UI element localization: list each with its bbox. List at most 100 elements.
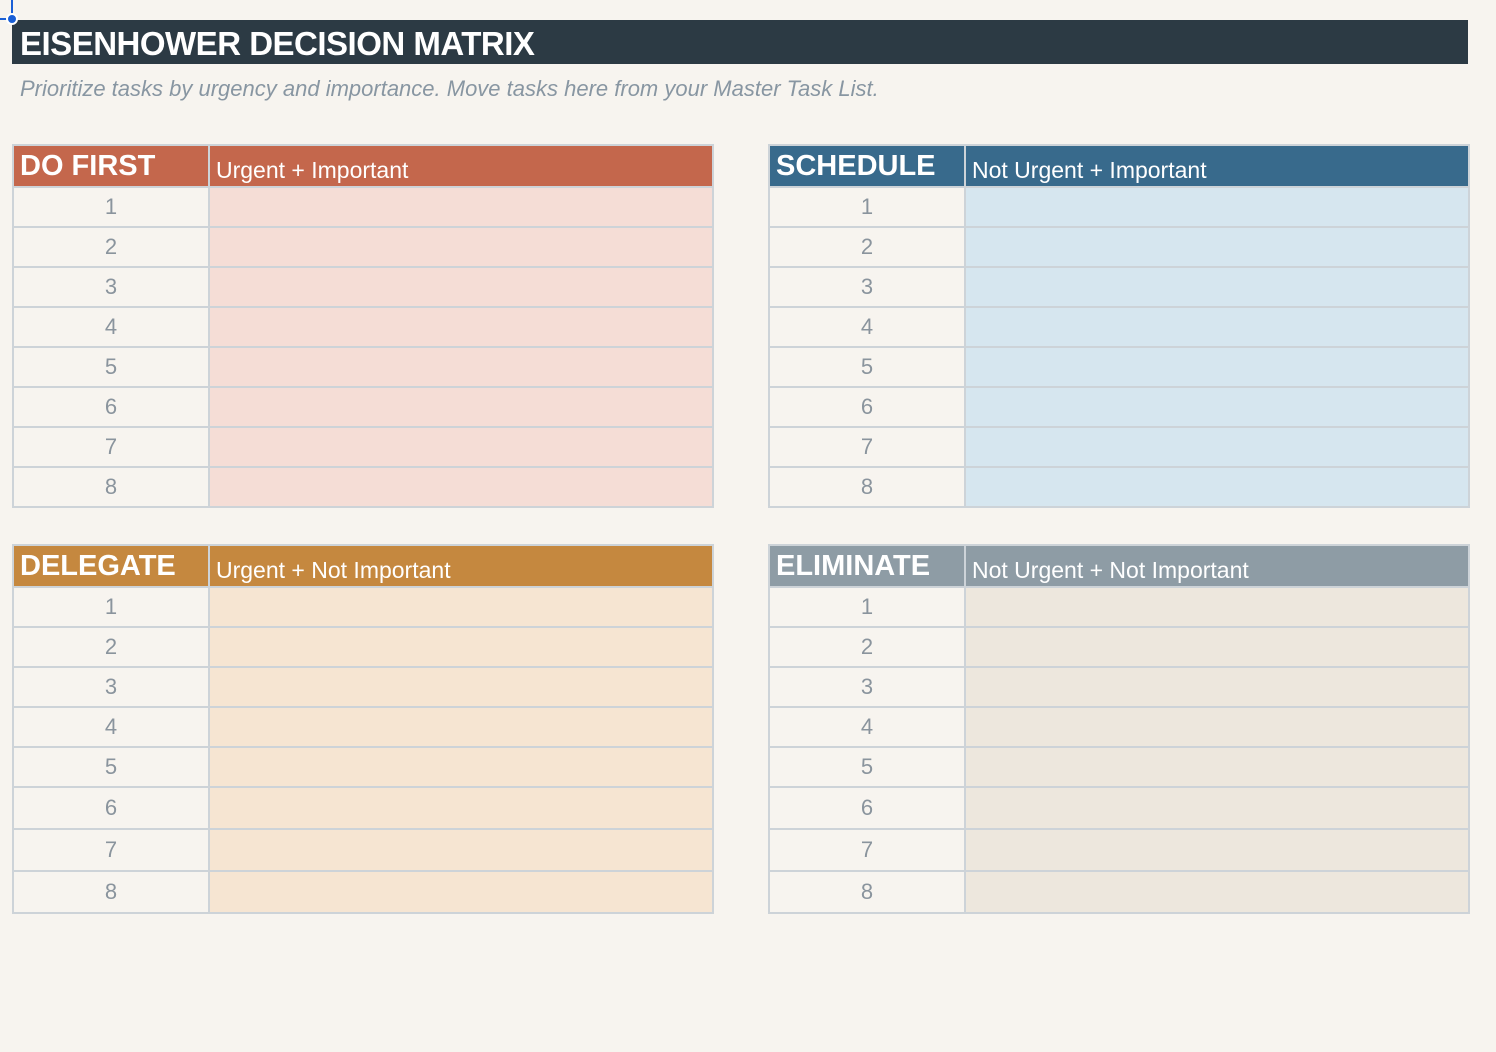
table-row: 4 [768, 306, 1470, 348]
task-cell[interactable] [964, 786, 1470, 830]
task-cell[interactable] [964, 226, 1470, 268]
task-cell[interactable] [964, 586, 1470, 628]
table-row: 3 [768, 666, 1470, 708]
row-number-cell[interactable]: 5 [12, 346, 210, 388]
table-row: 5 [12, 746, 714, 788]
quadrant-description: Not Urgent + Not Important [972, 557, 1249, 583]
task-cell[interactable] [208, 626, 714, 668]
quadrant-header-row: ELIMINATE Not Urgent + Not Important [768, 544, 1470, 588]
row-number-cell[interactable]: 2 [12, 226, 210, 268]
row-number-cell[interactable]: 8 [12, 466, 210, 508]
row-number-cell[interactable]: 8 [768, 466, 966, 508]
row-number-cell[interactable]: 3 [12, 266, 210, 308]
task-cell[interactable] [208, 786, 714, 830]
task-cell[interactable] [964, 706, 1470, 748]
row-number-cell[interactable]: 6 [768, 386, 966, 428]
row-number-cell[interactable]: 3 [768, 266, 966, 308]
quadrant-name-cell[interactable]: DO FIRST [12, 144, 210, 188]
row-number-cell[interactable]: 3 [768, 666, 966, 708]
row-number-cell[interactable]: 3 [12, 666, 210, 708]
table-row: 6 [12, 386, 714, 428]
row-number-cell[interactable]: 1 [12, 186, 210, 228]
row-number-cell[interactable]: 7 [12, 426, 210, 468]
table-row: 3 [768, 266, 1470, 308]
quadrant-delegate: DELEGATE Urgent + Not Important 1 2 3 4 5 6 7 8 [12, 544, 714, 914]
task-cell[interactable] [208, 586, 714, 628]
selection-handle[interactable] [6, 13, 18, 25]
row-number-cell[interactable]: 1 [768, 186, 966, 228]
task-cell[interactable] [964, 346, 1470, 388]
row-number-cell[interactable]: 6 [768, 786, 966, 830]
table-row: 4 [768, 706, 1470, 748]
table-row: 6 [12, 786, 714, 830]
table-row: 8 [768, 870, 1470, 914]
quadrant-name-cell[interactable]: DELEGATE [12, 544, 210, 588]
quadrant-description-cell[interactable]: Not Urgent + Important [964, 144, 1470, 188]
row-number-cell[interactable]: 7 [768, 828, 966, 872]
task-cell[interactable] [964, 466, 1470, 508]
task-cell[interactable] [208, 186, 714, 228]
row-number-cell[interactable]: 5 [12, 746, 210, 788]
task-cell[interactable] [208, 426, 714, 468]
task-cell[interactable] [208, 346, 714, 388]
row-number-cell[interactable]: 1 [768, 586, 966, 628]
task-cell[interactable] [208, 746, 714, 788]
table-row: 3 [12, 666, 714, 708]
row-number-cell[interactable]: 8 [768, 870, 966, 914]
quadrant-description-cell[interactable]: Not Urgent + Not Important [964, 544, 1470, 588]
row-number-cell[interactable]: 2 [12, 626, 210, 668]
row-number-cell[interactable]: 5 [768, 746, 966, 788]
task-cell[interactable] [964, 746, 1470, 788]
task-cell[interactable] [208, 226, 714, 268]
task-cell[interactable] [208, 386, 714, 428]
task-cell[interactable] [964, 626, 1470, 668]
table-row: 7 [768, 426, 1470, 468]
row-number-cell[interactable]: 7 [12, 828, 210, 872]
quadrant-description-cell[interactable]: Urgent + Not Important [208, 544, 714, 588]
row-number-cell[interactable]: 1 [12, 586, 210, 628]
table-row: 5 [768, 346, 1470, 388]
quadrant-header-row: DELEGATE Urgent + Not Important [12, 544, 714, 588]
quadrant-table: DELEGATE Urgent + Not Important 1 2 3 4 5 6 7 8 [12, 544, 714, 914]
task-cell[interactable] [208, 828, 714, 872]
task-cell[interactable] [964, 666, 1470, 708]
task-cell[interactable] [208, 306, 714, 348]
table-row: 5 [768, 746, 1470, 788]
row-number-cell[interactable]: 4 [768, 706, 966, 748]
row-number-cell[interactable]: 5 [768, 346, 966, 388]
task-cell[interactable] [964, 306, 1470, 348]
quadrant-name-cell[interactable]: ELIMINATE [768, 544, 966, 588]
quadrant-description: Urgent + Important [216, 157, 409, 183]
task-cell[interactable] [208, 706, 714, 748]
row-number-cell[interactable]: 7 [768, 426, 966, 468]
task-cell[interactable] [964, 828, 1470, 872]
quadrant-table: ELIMINATE Not Urgent + Not Important 1 2 3 4 5… [768, 544, 1470, 914]
table-row: 2 [12, 626, 714, 668]
task-cell[interactable] [964, 386, 1470, 428]
title-bar[interactable]: EISENHOWER DECISION MATRIX [12, 20, 1468, 64]
task-cell[interactable] [208, 666, 714, 708]
row-number-cell[interactable]: 4 [768, 306, 966, 348]
quadrant-do-first: DO FIRST Urgent + Important 1 2 3 4 5 6 7 8 [12, 144, 714, 508]
quadrant-description: Not Urgent + Important [972, 157, 1207, 183]
task-cell[interactable] [964, 870, 1470, 914]
table-row: 3 [12, 266, 714, 308]
quadrant-name-cell[interactable]: SCHEDULE [768, 144, 966, 188]
row-number-cell[interactable]: 4 [12, 706, 210, 748]
quadrant-table: DO FIRST Urgent + Important 1 2 3 4 5 6 7 8 [12, 144, 714, 508]
quadrant-description-cell[interactable]: Urgent + Important [208, 144, 714, 188]
task-cell[interactable] [964, 426, 1470, 468]
task-cell[interactable] [964, 186, 1470, 228]
row-number-cell[interactable]: 6 [12, 386, 210, 428]
table-row: 2 [768, 226, 1470, 268]
task-cell[interactable] [208, 266, 714, 308]
row-number-cell[interactable]: 2 [768, 626, 966, 668]
row-number-cell[interactable]: 8 [12, 870, 210, 914]
task-cell[interactable] [964, 266, 1470, 308]
table-row: 8 [768, 466, 1470, 508]
row-number-cell[interactable]: 4 [12, 306, 210, 348]
task-cell[interactable] [208, 466, 714, 508]
row-number-cell[interactable]: 2 [768, 226, 966, 268]
task-cell[interactable] [208, 870, 714, 914]
row-number-cell[interactable]: 6 [12, 786, 210, 830]
